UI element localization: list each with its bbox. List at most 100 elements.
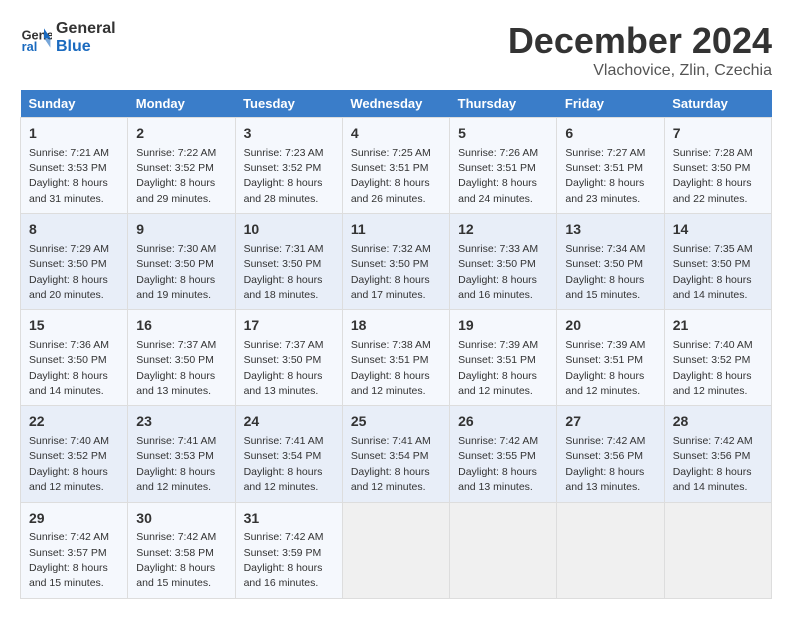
calendar-cell: 9 Sunrise: 7:30 AMSunset: 3:50 PMDaylight… bbox=[128, 214, 235, 310]
day-info: Sunrise: 7:41 AMSunset: 3:53 PMDaylight:… bbox=[136, 435, 216, 493]
day-number: 15 bbox=[29, 316, 119, 336]
calendar-week-row: 8Sunrise: 7:29 AMSunset: 3:50 PMDaylight… bbox=[21, 214, 772, 310]
subtitle: Vlachovice, Zlin, Czechia bbox=[508, 62, 772, 80]
logo-text-line2: Blue bbox=[56, 38, 116, 56]
day-number: 21 bbox=[673, 316, 763, 336]
day-number: 13 bbox=[565, 220, 655, 240]
day-number: 1 bbox=[29, 124, 119, 144]
calendar-cell: 5Sunrise: 7:26 AMSunset: 3:51 PMDaylight… bbox=[450, 118, 557, 214]
calendar-week-row: 15 Sunrise: 7:36 AMSunset: 3:50 PMDayligh… bbox=[21, 310, 772, 406]
calendar-cell: 1 Sunrise: 7:21 AMSunset: 3:53 PMDaylight… bbox=[21, 118, 128, 214]
day-info: Sunrise: 7:39 AMSunset: 3:51 PMDaylight:… bbox=[458, 339, 538, 397]
calendar-cell: 11 Sunrise: 7:32 AMSunset: 3:50 PMDayligh… bbox=[342, 214, 449, 310]
header-friday: Friday bbox=[557, 90, 664, 118]
calendar-cell: 2Sunrise: 7:22 AMSunset: 3:52 PMDaylight… bbox=[128, 118, 235, 214]
day-number: 20 bbox=[565, 316, 655, 336]
day-number: 30 bbox=[136, 509, 226, 529]
calendar-cell: 17 Sunrise: 7:37 AMSunset: 3:50 PMDayligh… bbox=[235, 310, 342, 406]
day-number: 4 bbox=[351, 124, 441, 144]
day-number: 25 bbox=[351, 412, 441, 432]
calendar-cell: 14 Sunrise: 7:35 AMSunset: 3:50 PMDayligh… bbox=[664, 214, 771, 310]
day-number: 6 bbox=[565, 124, 655, 144]
calendar-cell: 18 Sunrise: 7:38 AMSunset: 3:51 PMDayligh… bbox=[342, 310, 449, 406]
calendar-cell: 13 Sunrise: 7:34 AMSunset: 3:50 PMDayligh… bbox=[557, 214, 664, 310]
calendar-cell: 24Sunrise: 7:41 AMSunset: 3:54 PMDayligh… bbox=[235, 406, 342, 502]
day-info: Sunrise: 7:33 AMSunset: 3:50 PMDaylight:… bbox=[458, 243, 538, 301]
day-info: Sunrise: 7:32 AMSunset: 3:50 PMDaylight:… bbox=[351, 243, 431, 301]
main-title: December 2024 bbox=[508, 20, 772, 62]
calendar-cell bbox=[450, 502, 557, 598]
day-info: Sunrise: 7:34 AMSunset: 3:50 PMDaylight:… bbox=[565, 243, 645, 301]
day-info: Sunrise: 7:23 AMSunset: 3:52 PMDaylight:… bbox=[244, 147, 324, 205]
day-number: 7 bbox=[673, 124, 763, 144]
day-info: Sunrise: 7:37 AMSunset: 3:50 PMDaylight:… bbox=[244, 339, 324, 397]
day-info: Sunrise: 7:41 AMSunset: 3:54 PMDaylight:… bbox=[244, 435, 324, 493]
page-header: Gene ral General Blue December 2024 Vlac… bbox=[20, 20, 772, 80]
calendar-cell: 8Sunrise: 7:29 AMSunset: 3:50 PMDaylight… bbox=[21, 214, 128, 310]
svg-text:ral: ral bbox=[22, 38, 38, 53]
calendar-cell bbox=[557, 502, 664, 598]
calendar-cell: 4 Sunrise: 7:25 AMSunset: 3:51 PMDaylight… bbox=[342, 118, 449, 214]
calendar-cell: 26Sunrise: 7:42 AMSunset: 3:55 PMDayligh… bbox=[450, 406, 557, 502]
day-number: 11 bbox=[351, 220, 441, 240]
calendar-cell: 19 Sunrise: 7:39 AMSunset: 3:51 PMDayligh… bbox=[450, 310, 557, 406]
logo: Gene ral General Blue bbox=[20, 20, 116, 55]
calendar-cell: 15 Sunrise: 7:36 AMSunset: 3:50 PMDayligh… bbox=[21, 310, 128, 406]
day-number: 2 bbox=[136, 124, 226, 144]
day-number: 27 bbox=[565, 412, 655, 432]
calendar-cell: 22 Sunrise: 7:40 AMSunset: 3:52 PMDayligh… bbox=[21, 406, 128, 502]
calendar-cell: 10 Sunrise: 7:31 AMSunset: 3:50 PMDayligh… bbox=[235, 214, 342, 310]
day-info: Sunrise: 7:38 AMSunset: 3:51 PMDaylight:… bbox=[351, 339, 431, 397]
day-number: 28 bbox=[673, 412, 763, 432]
header-saturday: Saturday bbox=[664, 90, 771, 118]
day-number: 22 bbox=[29, 412, 119, 432]
day-info: Sunrise: 7:28 AMSunset: 3:50 PMDaylight:… bbox=[673, 147, 753, 205]
logo-text-line1: General bbox=[56, 20, 116, 38]
day-number: 31 bbox=[244, 509, 334, 529]
calendar-week-row: 1 Sunrise: 7:21 AMSunset: 3:53 PMDaylight… bbox=[21, 118, 772, 214]
day-number: 23 bbox=[136, 412, 226, 432]
calendar-cell: 6 Sunrise: 7:27 AMSunset: 3:51 PMDaylight… bbox=[557, 118, 664, 214]
header-wednesday: Wednesday bbox=[342, 90, 449, 118]
day-info: Sunrise: 7:42 AMSunset: 3:59 PMDaylight:… bbox=[244, 531, 324, 589]
day-number: 8 bbox=[29, 220, 119, 240]
day-info: Sunrise: 7:27 AMSunset: 3:51 PMDaylight:… bbox=[565, 147, 645, 205]
day-info: Sunrise: 7:39 AMSunset: 3:51 PMDaylight:… bbox=[565, 339, 645, 397]
day-number: 19 bbox=[458, 316, 548, 336]
day-info: Sunrise: 7:36 AMSunset: 3:50 PMDaylight:… bbox=[29, 339, 109, 397]
calendar-cell: 3 Sunrise: 7:23 AMSunset: 3:52 PMDaylight… bbox=[235, 118, 342, 214]
calendar-cell: 27 Sunrise: 7:42 AMSunset: 3:56 PMDayligh… bbox=[557, 406, 664, 502]
day-number: 29 bbox=[29, 509, 119, 529]
calendar-cell bbox=[342, 502, 449, 598]
day-info: Sunrise: 7:42 AMSunset: 3:58 PMDaylight:… bbox=[136, 531, 216, 589]
day-info: Sunrise: 7:42 AMSunset: 3:56 PMDaylight:… bbox=[565, 435, 645, 493]
day-info: Sunrise: 7:30 AMSunset: 3:50 PMDaylight:… bbox=[136, 243, 216, 301]
day-number: 9 bbox=[136, 220, 226, 240]
day-info: Sunrise: 7:25 AMSunset: 3:51 PMDaylight:… bbox=[351, 147, 431, 205]
day-number: 14 bbox=[673, 220, 763, 240]
header-tuesday: Tuesday bbox=[235, 90, 342, 118]
day-info: Sunrise: 7:35 AMSunset: 3:50 PMDaylight:… bbox=[673, 243, 753, 301]
header-thursday: Thursday bbox=[450, 90, 557, 118]
title-block: December 2024 Vlachovice, Zlin, Czechia bbox=[508, 20, 772, 80]
day-number: 16 bbox=[136, 316, 226, 336]
calendar-cell bbox=[664, 502, 771, 598]
day-info: Sunrise: 7:40 AMSunset: 3:52 PMDaylight:… bbox=[29, 435, 109, 493]
day-number: 18 bbox=[351, 316, 441, 336]
day-info: Sunrise: 7:42 AMSunset: 3:56 PMDaylight:… bbox=[673, 435, 753, 493]
day-info: Sunrise: 7:21 AMSunset: 3:53 PMDaylight:… bbox=[29, 147, 109, 205]
day-number: 10 bbox=[244, 220, 334, 240]
calendar-cell: 29Sunrise: 7:42 AMSunset: 3:57 PMDayligh… bbox=[21, 502, 128, 598]
calendar-cell: 30Sunrise: 7:42 AMSunset: 3:58 PMDayligh… bbox=[128, 502, 235, 598]
day-number: 17 bbox=[244, 316, 334, 336]
calendar-week-row: 29Sunrise: 7:42 AMSunset: 3:57 PMDayligh… bbox=[21, 502, 772, 598]
day-number: 3 bbox=[244, 124, 334, 144]
calendar-cell: 23 Sunrise: 7:41 AMSunset: 3:53 PMDayligh… bbox=[128, 406, 235, 502]
calendar-cell: 12Sunrise: 7:33 AMSunset: 3:50 PMDayligh… bbox=[450, 214, 557, 310]
day-info: Sunrise: 7:26 AMSunset: 3:51 PMDaylight:… bbox=[458, 147, 538, 205]
calendar-table: SundayMondayTuesdayWednesdayThursdayFrid… bbox=[20, 90, 772, 599]
header-monday: Monday bbox=[128, 90, 235, 118]
calendar-cell: 25Sunrise: 7:41 AMSunset: 3:54 PMDayligh… bbox=[342, 406, 449, 502]
day-info: Sunrise: 7:31 AMSunset: 3:50 PMDaylight:… bbox=[244, 243, 324, 301]
day-info: Sunrise: 7:40 AMSunset: 3:52 PMDaylight:… bbox=[673, 339, 753, 397]
